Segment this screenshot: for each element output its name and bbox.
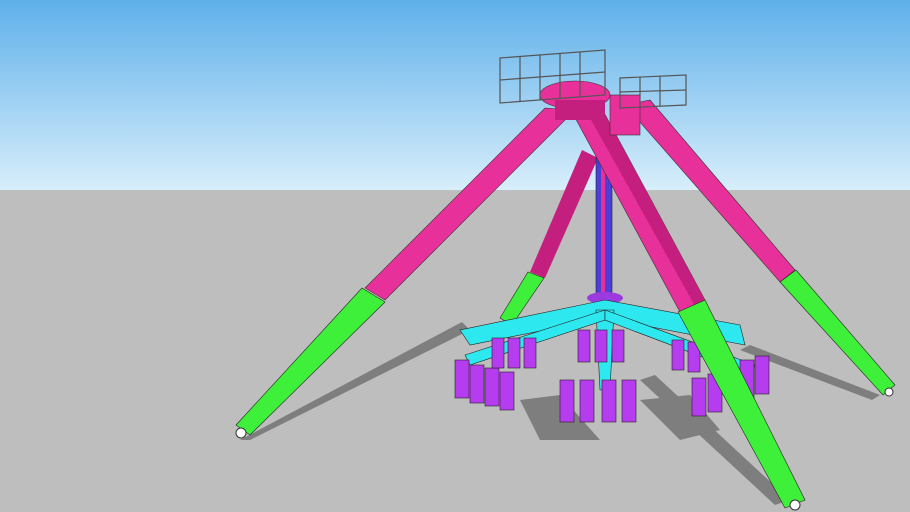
sky: [0, 0, 910, 190]
ride-model-viewport[interactable]: [0, 0, 910, 512]
